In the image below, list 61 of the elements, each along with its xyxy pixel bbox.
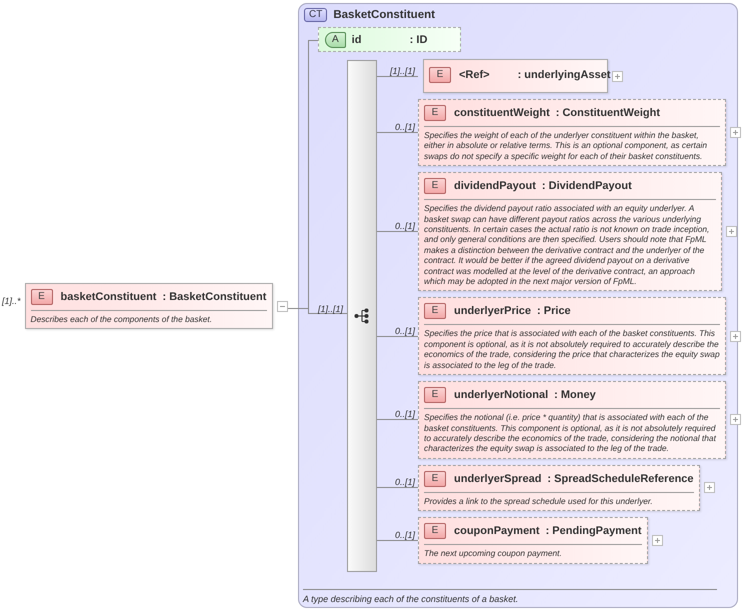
attribute-badge: A — [325, 32, 346, 48]
element-name: underlyerNotional — [454, 389, 548, 402]
element-name: dividendPayout — [454, 180, 536, 192]
element-description: Specifies the price that is associated with each of the basket constituents. This component is optional, as it is not absolutely required to accurately describe the economics of the trade, considering the price that characterizes the equity swap is associated to the leg of the trade. — [424, 324, 720, 370]
collapse-icon[interactable] — [276, 300, 288, 312]
element-description: Specifies the dividend payout ratio associated with an equity underlyer. A basket swap can have different payout ratios across the various underlying constituents. In certain cases the actual ratio is not known on trade inception, and only general conditions are then specified. Users should note that FpML makes a distinction between the derivative contract and the underlyer of the contract. It would be better if the agreed dividend payout on a derivative contract was modelled at the level of the derivative contract, an approach which may be adopted in the next major version of FpML. — [424, 199, 716, 286]
sequence-icon — [354, 308, 370, 324]
expand-icon[interactable] — [730, 330, 741, 342]
element-description: Specifies the weight of each of the underlyer constituent within the basket, either in absolute or relative terms. This is an optional component, as certain swaps do not specify a specific weight for each of their basket constituents. — [424, 126, 720, 162]
element-name: couponPayment — [454, 525, 540, 538]
element-type: : DividendPayout — [542, 180, 632, 192]
expand-icon[interactable] — [730, 414, 741, 426]
complex-type-description: A type describing each of the constituents of a basket. — [303, 589, 717, 604]
element-badge: E — [30, 289, 53, 305]
connector-line — [377, 336, 418, 337]
occurrence-label: [1]..* — [2, 296, 21, 306]
connector-line — [377, 132, 418, 134]
connector-line — [377, 419, 418, 420]
element-badge: E — [424, 523, 446, 540]
element-type: : PendingPayment — [546, 525, 642, 538]
attribute-type: : ID — [410, 34, 428, 46]
connector-line — [377, 487, 418, 488]
element-description: Specifies the notional (i.e. price * quantity) that is associated with each of the basket constituents. This component is optional, as it is not absolutely required to accurately describe the economics of the trade, considering the notional that characterizes the equity swap is associated to the leg of the trade. — [424, 408, 720, 454]
connector-line — [377, 540, 418, 541]
element-badge: E — [424, 387, 446, 404]
occurrence-label: 0..[1] — [394, 477, 415, 488]
expand-icon[interactable] — [652, 534, 663, 546]
element-description: Provides a link to the spread schedule used for this underlyer. — [424, 492, 694, 506]
element-name: underlyerSpread — [454, 472, 542, 485]
connector-line — [377, 231, 418, 232]
element-description: Describes each of the components of the basket. — [30, 310, 267, 324]
element-badge: E — [429, 67, 451, 83]
element-description: The next upcoming coupon payment. — [424, 544, 642, 559]
expand-icon[interactable] — [612, 70, 623, 82]
element-type: : Price — [537, 305, 571, 318]
element-badge: E — [424, 470, 446, 487]
element-badge: E — [424, 105, 446, 121]
complex-type-title: BasketConstituent — [333, 9, 435, 21]
occurrence-label: [1]..[1] — [390, 66, 415, 76]
occurrence-label: [1]..[1] — [318, 304, 344, 314]
occurrence-label: 0..[1] — [394, 530, 415, 540]
expand-icon[interactable] — [726, 226, 737, 238]
element-badge: E — [424, 178, 446, 194]
element-type: : BasketConstituent — [162, 291, 266, 303]
element-type: : Money — [554, 389, 596, 402]
occurrence-label: 0..[1] — [394, 221, 415, 232]
attribute-name: id — [352, 34, 362, 46]
element-name: underlyerPrice — [454, 305, 532, 318]
element-name: constituentWeight — [454, 107, 550, 119]
expand-icon[interactable] — [730, 127, 741, 138]
occurrence-label: 0..[1] — [394, 326, 415, 336]
occurrence-label: 0..[1] — [394, 122, 415, 132]
element-name: <Ref> — [459, 69, 490, 81]
occurrence-label: 0..[1] — [394, 409, 415, 420]
complex-type-badge: CT — [304, 8, 328, 22]
expand-icon[interactable] — [704, 482, 715, 494]
element-type: : SpreadScheduleReference — [547, 472, 694, 485]
element-name: basketConstituent — [60, 291, 156, 303]
element-badge: E — [424, 303, 446, 320]
element-type: : ConstituentWeight — [556, 107, 660, 119]
element-type: : underlyingAsset — [518, 69, 610, 81]
